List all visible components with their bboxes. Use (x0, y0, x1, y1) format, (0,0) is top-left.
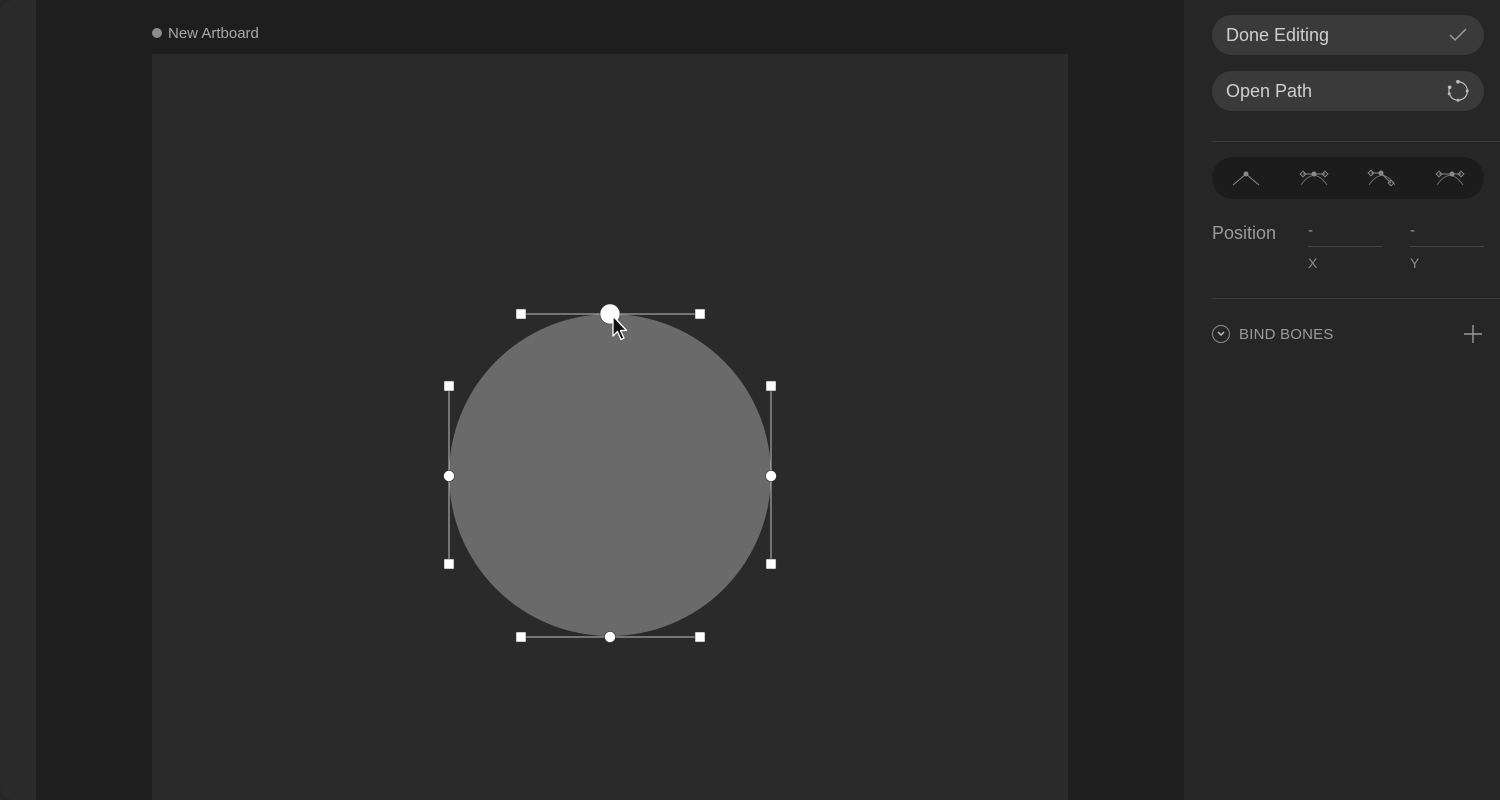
control-point-handle[interactable] (765, 558, 777, 570)
position-y-field[interactable]: - Y (1410, 222, 1484, 271)
vertex-straight-icon (1232, 171, 1260, 186)
position-y-value[interactable]: - (1410, 222, 1484, 242)
control-point-handle[interactable] (515, 631, 527, 643)
ellipse-shape[interactable] (449, 314, 771, 636)
properties-panel: Done Editing Open Path Position - X - Y … (1184, 0, 1500, 800)
position-y-axis-label: Y (1410, 255, 1420, 271)
open-path-button[interactable]: Open Path (1212, 71, 1484, 111)
vertex-point[interactable] (443, 470, 455, 482)
vertex-mirrored-tool[interactable] (1294, 163, 1334, 193)
vertex-point-hovered[interactable] (599, 303, 621, 325)
bind-bones-section: BIND BONES (1212, 322, 1484, 346)
control-point-handle[interactable] (443, 380, 455, 392)
vertex-point[interactable] (765, 470, 777, 482)
position-x-underline (1308, 246, 1382, 247)
artboard-name: New Artboard (168, 24, 259, 42)
vertex-point[interactable] (604, 631, 616, 643)
position-x-axis-label: X (1308, 255, 1318, 271)
app-window: New Artboard Done Editing Open Path Posi… (0, 0, 1500, 800)
chevron-down-icon[interactable] (1212, 325, 1230, 343)
plus-icon[interactable] (1462, 323, 1484, 345)
vertex-asymmetric-icon (1435, 170, 1465, 186)
done-editing-label: Done Editing (1226, 24, 1330, 45)
vertex-mirrored-icon (1299, 170, 1329, 186)
control-point-handle[interactable] (765, 380, 777, 392)
vertex-detached-tool[interactable] (1362, 163, 1402, 193)
open-path-icon (1446, 79, 1470, 103)
bind-bones-label: BIND BONES (1239, 325, 1334, 343)
done-editing-button[interactable]: Done Editing (1212, 15, 1484, 55)
vertex-asymmetric-tool[interactable] (1430, 163, 1470, 193)
vertex-type-selector (1212, 157, 1484, 199)
panel-divider (1212, 298, 1500, 299)
position-label: Position (1212, 223, 1277, 243)
vertex-straight-tool[interactable] (1226, 163, 1266, 193)
position-x-field[interactable]: - X (1308, 222, 1382, 271)
control-point-handle[interactable] (443, 558, 455, 570)
control-point-handle[interactable] (694, 308, 706, 320)
left-toolbar-strip (0, 0, 36, 800)
open-path-label: Open Path (1226, 80, 1313, 101)
control-point-handle[interactable] (515, 308, 527, 320)
checkmark-icon (1446, 23, 1470, 47)
artboard-title[interactable]: New Artboard (152, 24, 259, 42)
artboard-dot-icon (152, 28, 162, 38)
vertex-detached-icon (1367, 169, 1396, 187)
position-y-underline (1410, 246, 1484, 247)
position-x-value[interactable]: - (1308, 222, 1382, 242)
control-point-handle[interactable] (694, 631, 706, 643)
panel-divider (1212, 141, 1500, 142)
